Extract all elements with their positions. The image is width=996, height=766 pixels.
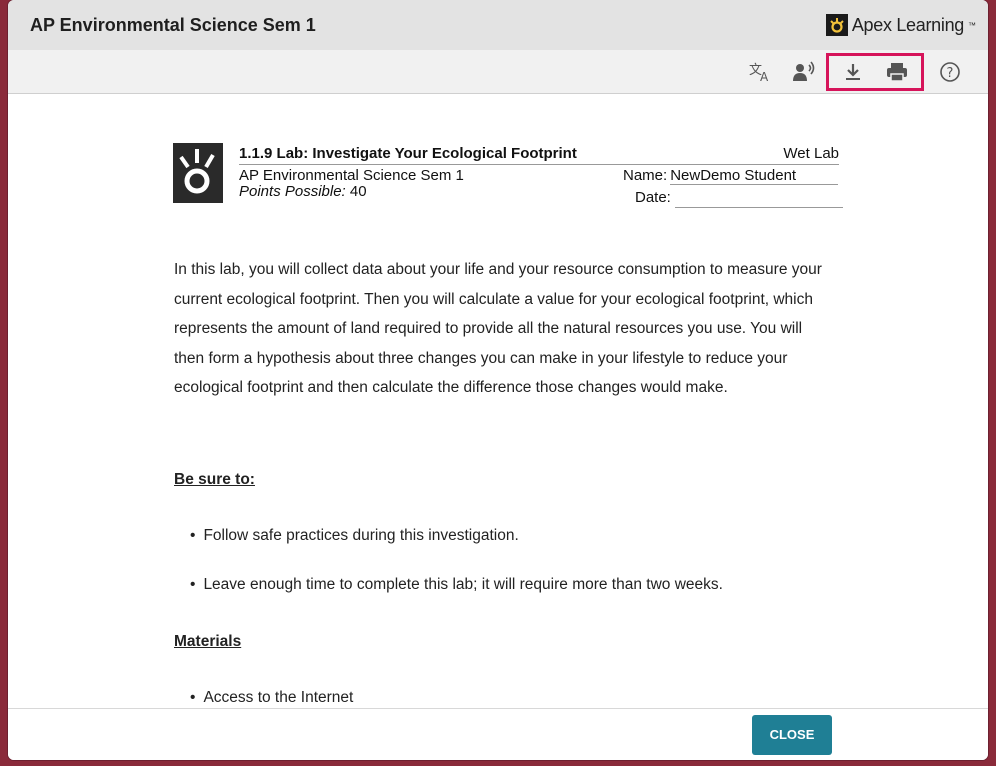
download-button[interactable] <box>831 54 875 90</box>
name-row: Name: NewDemo Student <box>623 167 839 185</box>
translate-icon: 文 A <box>749 63 769 83</box>
points-label: Points Possible: <box>239 183 346 200</box>
brand-name: Apex Learning <box>851 14 964 35</box>
download-icon <box>846 63 860 80</box>
materials-heading: Materials <box>174 633 242 650</box>
be-sure-to-heading: Be sure to: <box>174 471 255 488</box>
points-value: 40 <box>345 183 367 200</box>
help-button[interactable]: ? <box>928 54 972 90</box>
trademark: ™ <box>968 20 976 30</box>
title-bar: AP Environmental Science Sem 1 Apex Lear… <box>8 0 988 50</box>
dialog-footer: CLOSE <box>8 708 988 760</box>
lab-title: 1.1.9 Lab: Investigate Your Ecological F… <box>239 145 577 162</box>
print-icon <box>887 62 907 82</box>
list-item: Follow safe practices during this invest… <box>190 527 518 545</box>
student-name: NewDemo Student <box>670 167 839 185</box>
date-label: Date: <box>635 189 671 206</box>
svg-text:?: ? <box>947 66 954 81</box>
lab-header: 1.1.9 Lab: Investigate Your Ecological F… <box>173 143 843 213</box>
read-aloud-button[interactable] <box>782 54 826 90</box>
download-print-highlight <box>826 52 924 91</box>
apex-logo-icon <box>825 14 848 36</box>
close-button[interactable]: CLOSE <box>752 714 832 755</box>
lab-dialog: AP Environmental Science Sem 1 Apex Lear… <box>8 0 988 760</box>
window-title: AP Environmental Science Sem 1 <box>30 14 316 35</box>
lab-title-row: 1.1.9 Lab: Investigate Your Ecological F… <box>239 145 839 165</box>
intro-paragraph: In this lab, you will collect data about… <box>174 261 822 396</box>
lab-type: Wet Lab <box>783 145 839 162</box>
toolbar: 文 A ? <box>8 50 988 94</box>
name-label: Name: <box>623 167 668 184</box>
date-row: Date: <box>635 189 843 208</box>
points-possible: Points Possible: 40 <box>239 183 367 200</box>
translate-button[interactable]: 文 A <box>738 54 782 90</box>
list-item: Access to the Internet <box>190 689 353 707</box>
apex-lab-logo-icon <box>173 143 223 203</box>
course-name: AP Environmental Science Sem 1 <box>239 167 464 184</box>
date-value <box>674 189 843 208</box>
print-button[interactable] <box>875 54 919 90</box>
document-content[interactable]: 1.1.9 Lab: Investigate Your Ecological F… <box>8 95 988 708</box>
list-item: Leave enough time to complete this lab; … <box>190 576 723 594</box>
read-aloud-icon <box>793 60 815 81</box>
svg-text:A: A <box>760 70 769 83</box>
help-icon: ? <box>940 61 960 82</box>
brand-logo: Apex Learning ™ <box>825 14 976 36</box>
